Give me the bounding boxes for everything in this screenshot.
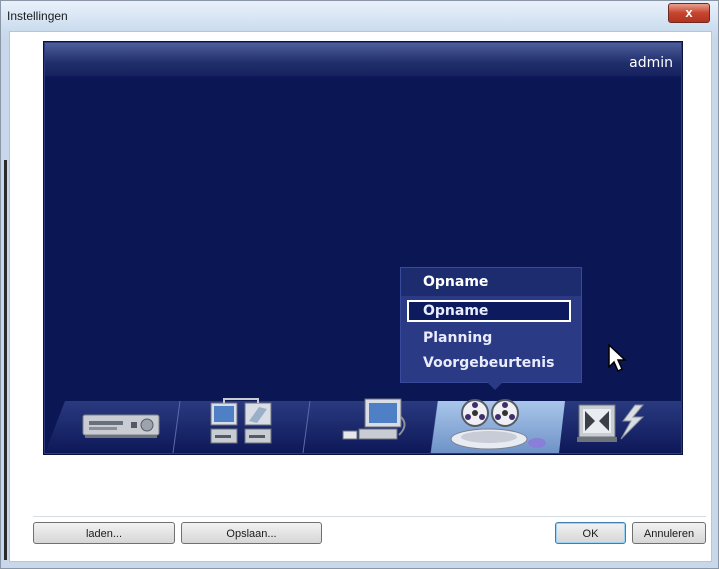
recording-reels-icon[interactable]: [443, 397, 553, 453]
cancel-button[interactable]: Annuleren: [632, 522, 706, 544]
event-alarm-icon[interactable]: [573, 397, 657, 453]
submenu-pointer: [486, 381, 504, 390]
title-bar[interactable]: Instellingen x: [1, 1, 718, 31]
footer-divider: [33, 516, 706, 517]
submenu-header: Opname: [401, 268, 581, 296]
menu-item-planning[interactable]: Planning: [407, 327, 571, 349]
panel-header: admin: [45, 43, 681, 79]
computer-device-icon[interactable]: [329, 397, 413, 453]
save-button[interactable]: Opslaan...: [181, 522, 322, 544]
window-edge-shadow: [4, 160, 7, 560]
ok-button[interactable]: OK: [555, 522, 626, 544]
menu-item-voorgebeurtenis[interactable]: Voorgebeurtenis: [407, 352, 571, 374]
av-receiver-icon[interactable]: [79, 397, 163, 453]
load-button[interactable]: laden...: [33, 522, 175, 544]
mouse-cursor-icon: [608, 343, 627, 373]
network-devices-icon[interactable]: [199, 397, 283, 453]
recording-submenu: Opname Opname Planning Voorgebeurtenis: [400, 267, 582, 383]
category-dock: [45, 391, 681, 453]
current-user: admin: [629, 55, 673, 71]
settings-panel: admin Opname Opname Planning Voorgebeurt…: [44, 42, 682, 454]
submenu-title: Opname: [423, 274, 489, 290]
close-button[interactable]: x: [668, 3, 710, 23]
window-title: Instellingen: [7, 9, 68, 23]
menu-item-opname[interactable]: Opname: [407, 300, 571, 322]
